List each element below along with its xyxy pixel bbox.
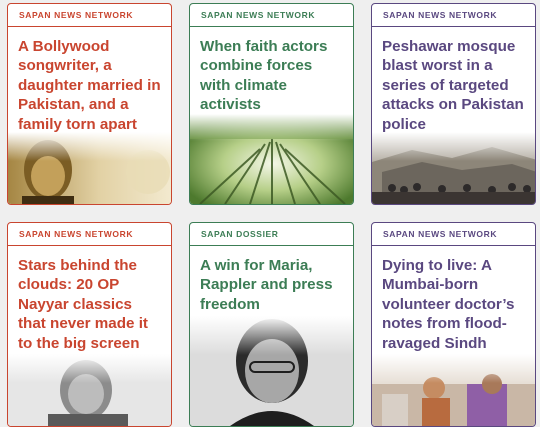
- article-grid: SAPAN NEWS NETWORK A Bollywood songwrite…: [0, 0, 540, 427]
- article-card[interactable]: SAPAN NEWS NETWORK Peshawar mosque blast…: [371, 3, 536, 205]
- card-tag: SAPAN NEWS NETWORK: [190, 4, 353, 27]
- article-card[interactable]: SAPAN NEWS NETWORK A Bollywood songwrite…: [7, 3, 172, 205]
- card-image[interactable]: [372, 354, 535, 426]
- card-tag: SAPAN DOSSIER: [190, 223, 353, 246]
- card-title[interactable]: A Bollywood songwriter, a daughter marri…: [8, 27, 171, 134]
- article-card[interactable]: SAPAN NEWS NETWORK Stars behind the clou…: [7, 222, 172, 427]
- article-card[interactable]: SAPAN DOSSIER A win for Maria, Rappler a…: [189, 222, 354, 427]
- card-image[interactable]: [8, 354, 171, 426]
- card-image[interactable]: [190, 316, 353, 426]
- card-title[interactable]: When faith actors combine forces with cl…: [190, 27, 353, 115]
- card-title[interactable]: Peshawar mosque blast worst in a series …: [372, 27, 535, 134]
- card-tag: SAPAN NEWS NETWORK: [372, 223, 535, 246]
- card-image[interactable]: [8, 132, 171, 204]
- card-title[interactable]: Dying to live: A Mumbai-born volunteer d…: [372, 246, 535, 353]
- card-title[interactable]: A win for Maria, Rappler and press freed…: [190, 246, 353, 314]
- card-image[interactable]: [190, 114, 353, 204]
- card-image[interactable]: [372, 132, 535, 204]
- card-tag: SAPAN NEWS NETWORK: [8, 223, 171, 246]
- article-card[interactable]: SAPAN NEWS NETWORK When faith actors com…: [189, 3, 354, 205]
- card-tag: SAPAN NEWS NETWORK: [8, 4, 171, 27]
- card-title[interactable]: Stars behind the clouds: 20 OP Nayyar cl…: [8, 246, 171, 353]
- card-tag: SAPAN NEWS NETWORK: [372, 4, 535, 27]
- article-card[interactable]: SAPAN NEWS NETWORK Dying to live: A Mumb…: [371, 222, 536, 427]
